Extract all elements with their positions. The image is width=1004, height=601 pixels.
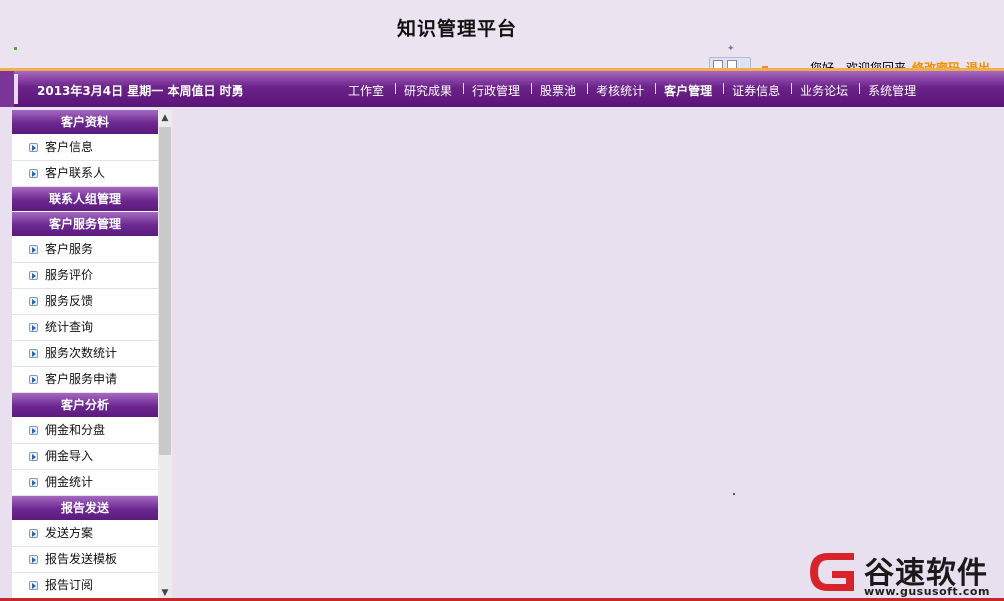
sidebar-menu-item[interactable]: 佣金导入 [12,444,158,470]
sidebar-menu-item[interactable]: 客户服务申请 [12,367,158,393]
sidebar-item-label: 服务次数统计 [45,346,118,360]
sidebar-section-header[interactable]: 报告发送 [12,496,158,520]
arrow-bullet-icon [29,375,38,384]
sidebar-menu-item[interactable]: 报告发送模板 [12,547,158,573]
sidebar-menu-item[interactable]: 客户信息 [12,135,158,161]
decorative-sparkle-icon: ✦ [727,44,735,54]
sidebar-item-label: 服务反馈 [45,294,94,308]
arrow-bullet-icon [29,349,38,358]
top-navigation-bar: 2013年3月4日 星期一 本周值日 时勇 工作室 研究成果 行政管理 股票池 考核统计… [0,71,1004,107]
watermark: 谷速软件 www.gususoft.com [806,546,1004,598]
arrow-bullet-icon [29,581,38,590]
sidebar-section-header[interactable]: 客户分析 [12,393,158,417]
sidebar-menu-item[interactable]: 服务评价 [12,263,158,289]
sidebar-menu-item[interactable]: 统计查询 [12,315,158,341]
sidebar-item-label: 客户联系人 [45,166,106,180]
arrow-bullet-icon [29,143,38,152]
sidebar-item-label: 佣金导入 [45,449,94,463]
nav-item-4[interactable]: 考核统计 [587,82,656,99]
sidebar-menu-item[interactable]: 佣金统计 [12,470,158,496]
nav-item-5[interactable]: 客户管理 [655,82,724,99]
scroll-up-arrow-icon[interactable]: ▲ [158,110,172,126]
sidebar-section-header[interactable]: 联系人组管理 [12,187,158,211]
nav-item-6[interactable]: 证券信息 [723,82,792,99]
sidebar-section-header[interactable]: 客户资料 [12,110,158,134]
nav-accent [0,71,14,107]
nav-item-0[interactable]: 工作室 [340,82,396,99]
sidebar-item-label: 佣金统计 [45,475,94,489]
nav-accent-bar [14,74,18,104]
nav-item-3[interactable]: 股票池 [531,82,588,99]
sidebar-item-label: 服务评价 [45,268,94,282]
app-title: 知识管理平台 [397,18,518,40]
watermark-url: www.gususoft.com [864,585,990,598]
sidebar-item-label: 统计查询 [45,320,94,334]
arrow-bullet-icon [29,323,38,332]
arrow-bullet-icon [29,169,38,178]
sidebar-section-header[interactable]: 客户服务管理 [12,212,158,236]
sidebar-item-label: 客户服务申请 [45,372,118,386]
nav-item-8[interactable]: 系统管理 [859,82,928,99]
sidebar: 客户资料客户信息客户联系人联系人组管理 客户服务管理客户服务服务评价服务反馈统计查… [12,110,158,601]
arrow-bullet-icon [29,478,38,487]
date-duty-info: 2013年3月4日 星期一 本周值日 时勇 [37,84,244,98]
sidebar-scrollbar[interactable]: ▲ ▼ [158,110,172,601]
sidebar-menu-item[interactable]: 服务次数统计 [12,341,158,367]
sidebar-menu-item[interactable]: 客户服务 [12,237,158,263]
header-bar: 知识管理平台 ✦ 您好，欢迎您回来修改密码退出 [0,0,1004,75]
main-content-area [172,110,1004,601]
decorative-mark [14,47,17,50]
sidebar-item-label: 佣金和分盘 [45,423,106,437]
scrollbar-thumb[interactable] [159,127,171,455]
sidebar-item-label: 报告发送模板 [45,552,118,566]
arrow-bullet-icon [29,245,38,254]
sidebar-menu-item[interactable]: 佣金和分盘 [12,418,158,444]
sidebar-item-label: 报告订阅 [45,578,94,592]
sidebar-item-label: 发送方案 [45,526,94,540]
gusu-logo-icon [810,553,854,591]
arrow-bullet-icon [29,297,38,306]
main-menu: 工作室 研究成果 行政管理 股票池 考核统计 客户管理 证券信息 业务论坛 系统管理 [340,82,928,99]
arrow-bullet-icon [29,452,38,461]
arrow-bullet-icon [29,555,38,564]
sidebar-item-label: 客户服务 [45,242,94,256]
sidebar-menu-item[interactable]: 客户联系人 [12,161,158,187]
nav-item-7[interactable]: 业务论坛 [791,82,860,99]
sidebar-menu-item[interactable]: 服务反馈 [12,289,158,315]
nav-item-1[interactable]: 研究成果 [395,82,464,99]
sidebar-item-label: 客户信息 [45,140,94,154]
arrow-bullet-icon [29,529,38,538]
arrow-bullet-icon [29,271,38,280]
stray-dot [733,493,735,495]
sidebar-menu-item[interactable]: 报告订阅 [12,573,158,599]
nav-item-2[interactable]: 行政管理 [463,82,532,99]
sidebar-menu-item[interactable]: 发送方案 [12,521,158,547]
arrow-bullet-icon [29,426,38,435]
